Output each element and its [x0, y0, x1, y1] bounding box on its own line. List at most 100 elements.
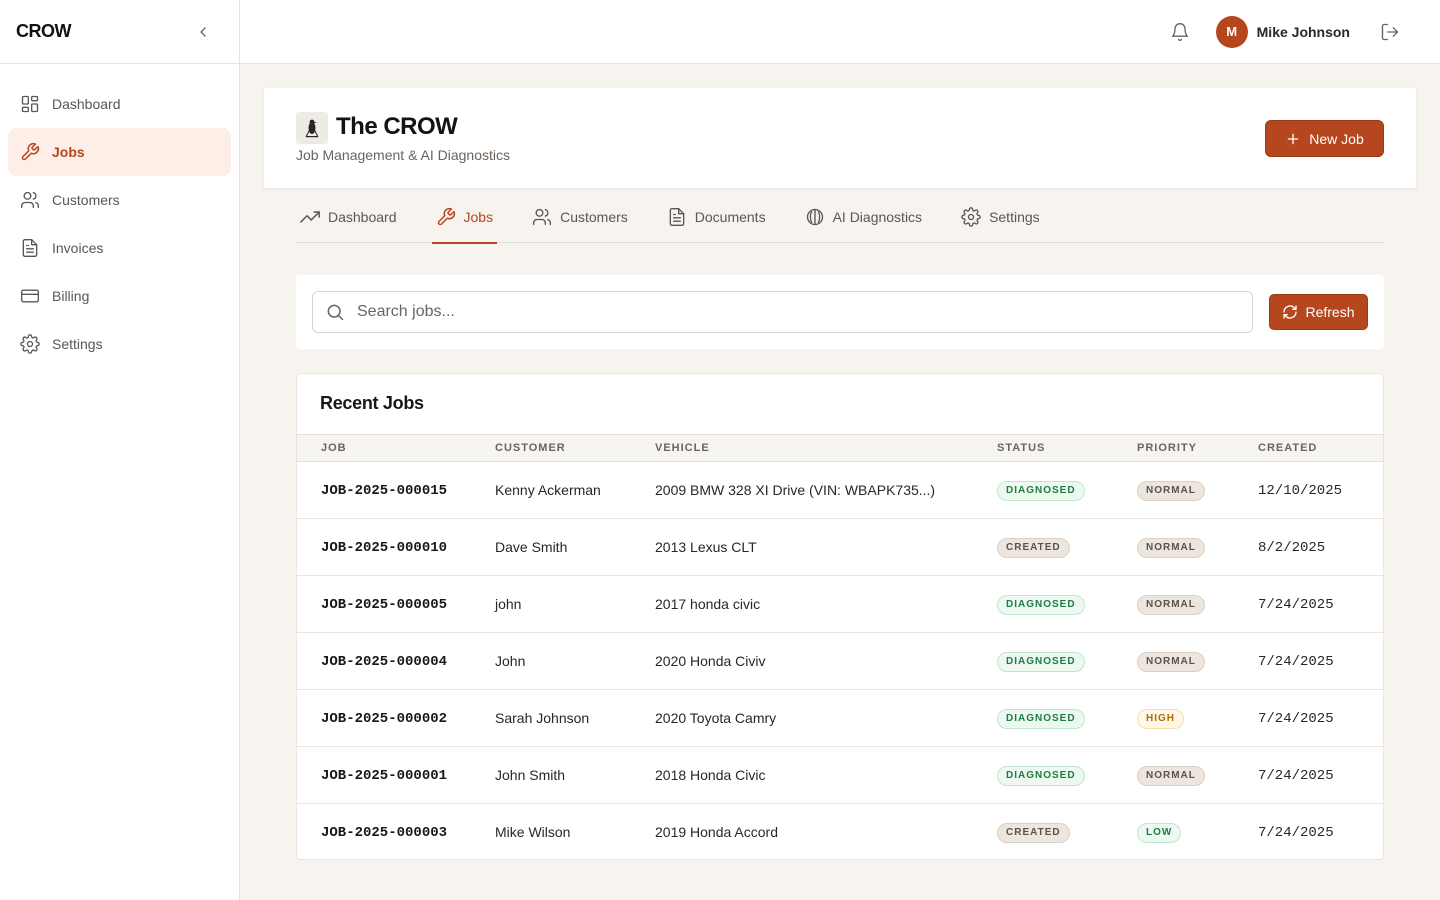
- sidebar-item-label: Dashboard: [52, 96, 121, 112]
- sidebar-item-customers[interactable]: Customers: [8, 176, 231, 224]
- user-name: Mike Johnson: [1256, 23, 1350, 40]
- log-out-icon: [1381, 23, 1399, 40]
- created-date: 7/24/2025: [1258, 654, 1334, 670]
- job-id: JOB-2025-000015: [321, 483, 448, 499]
- main-content: The CROW Job Management & AI Diagnostics…: [240, 64, 1440, 900]
- column-header-customer: CUSTOMER: [495, 442, 566, 454]
- created-date: 12/10/2025: [1258, 483, 1343, 499]
- sidebar-item-label: Jobs: [52, 144, 85, 160]
- tab-customers[interactable]: Customers: [528, 190, 632, 243]
- section-title: Recent Jobs: [320, 393, 424, 413]
- job-id: JOB-2025-000010: [321, 540, 448, 556]
- search-box[interactable]: [312, 291, 1253, 333]
- main-tabs: Dashboard Jobs Customers Documents AI Di…: [296, 190, 1384, 244]
- sidebar-item-label: Settings: [52, 336, 103, 352]
- gear-icon: [20, 334, 40, 354]
- customer-name: Kenny Ackerman: [495, 482, 601, 498]
- brand-logo: CROW: [16, 21, 72, 41]
- table-row[interactable]: JOB-2025-000001 John Smith 2018 Honda Ci…: [297, 747, 1383, 804]
- refresh-button[interactable]: Refresh: [1269, 294, 1368, 330]
- customer-name: Mike Wilson: [495, 824, 571, 841]
- priority-badge: NORMAL: [1137, 537, 1205, 558]
- sidebar-item-billing[interactable]: Billing: [8, 272, 231, 320]
- column-header-created: CREATED: [1258, 442, 1318, 454]
- priority-badge: NORMAL: [1137, 765, 1205, 786]
- search-input[interactable]: [357, 303, 1217, 321]
- notifications-button[interactable]: [1160, 12, 1200, 52]
- new-job-button[interactable]: New Job: [1265, 120, 1384, 157]
- page-subtitle: Job Management & AI Diagnostics: [296, 147, 511, 163]
- users-icon: [21, 191, 39, 209]
- layout-dashboard-icon: [21, 95, 39, 113]
- job-id: JOB-2025-000003: [321, 825, 448, 842]
- priority-badge: NORMAL: [1137, 594, 1205, 615]
- crow-logo-icon: [305, 119, 319, 138]
- user-menu[interactable]: M Mike Johnson: [1215, 15, 1350, 48]
- sidebar-item-settings[interactable]: Settings: [8, 320, 231, 368]
- file-text-icon: [669, 207, 685, 226]
- tab-jobs[interactable]: Jobs: [431, 190, 498, 244]
- created-date: 7/24/2025: [1258, 711, 1334, 727]
- tab-ai-diagnostics[interactable]: AI Diagnostics: [801, 190, 926, 243]
- vehicle: 2019 Honda Accord: [655, 824, 778, 841]
- sidebar-item-jobs[interactable]: Jobs: [8, 128, 231, 176]
- tab-dashboard[interactable]: Dashboard: [296, 190, 401, 243]
- wrench-icon: [21, 142, 40, 161]
- table-row[interactable]: JOB-2025-000015 Kenny Ackerman 2009 BMW …: [297, 462, 1383, 519]
- gear-icon: [961, 206, 981, 227]
- column-header-vehicle: VEHICLE: [655, 442, 710, 454]
- job-id: JOB-2025-000005: [321, 597, 448, 613]
- vehicle: 2018 Honda Civic: [655, 767, 766, 783]
- column-header-job: JOB: [321, 442, 347, 454]
- vehicle: 2020 Toyota Camry: [655, 710, 777, 726]
- crow-logo: [296, 112, 328, 144]
- tab-label: Dashboard: [328, 208, 397, 225]
- status-badge: CREATED: [997, 537, 1070, 558]
- priority-badge: HIGH: [1137, 708, 1184, 729]
- table-row[interactable]: JOB-2025-000002 Sarah Johnson 2020 Toyot…: [297, 690, 1383, 747]
- tab-settings[interactable]: Settings: [957, 190, 1044, 243]
- recent-jobs-card: Recent Jobs JOB CUSTOMER VEHICLE STATUS …: [296, 373, 1384, 860]
- users-icon: [533, 208, 552, 225]
- tab-label: Customers: [560, 208, 628, 225]
- sidebar-item-label: Billing: [52, 288, 90, 304]
- created-date: 7/24/2025: [1258, 768, 1334, 784]
- customer-name: John: [495, 653, 526, 669]
- customer-name: John Smith: [495, 767, 566, 783]
- status-badge: DIAGNOSED: [997, 765, 1085, 786]
- vehicle: 2009 BMW 328 XI Drive (VIN: WBAPK735...): [655, 482, 936, 498]
- table-row[interactable]: JOB-2025-000004 John 2020 Honda Civiv DI…: [297, 633, 1383, 690]
- jobs-table-body: JOB-2025-000015 Kenny Ackerman 2009 BMW …: [297, 462, 1383, 861]
- bell-icon: [1171, 22, 1188, 41]
- status-badge: DIAGNOSED: [997, 651, 1085, 672]
- avatar: M: [1215, 15, 1248, 48]
- credit-card-icon: [21, 289, 39, 303]
- refresh-icon: [1283, 305, 1298, 319]
- vehicle: 2017 honda civic: [655, 596, 761, 612]
- status-badge: DIAGNOSED: [997, 708, 1085, 729]
- table-row[interactable]: JOB-2025-000005 john 2017 honda civic DI…: [297, 576, 1383, 633]
- column-header-priority: PRIORITY: [1137, 442, 1197, 454]
- new-job-label: New Job: [1309, 130, 1364, 147]
- search-icon: [327, 304, 344, 321]
- search-card: Refresh: [296, 275, 1384, 349]
- sidebar-item-invoices[interactable]: Invoices: [8, 224, 231, 272]
- job-id: JOB-2025-000001: [321, 768, 448, 784]
- status-badge: DIAGNOSED: [997, 594, 1085, 615]
- vehicle: 2013 Lexus CLT: [655, 539, 757, 555]
- table-row[interactable]: JOB-2025-000010 Dave Smith 2013 Lexus CL…: [297, 519, 1383, 576]
- jobs-table: JOB CUSTOMER VEHICLE STATUS PRIORITY CRE…: [297, 434, 1383, 861]
- created-date: 7/24/2025: [1258, 825, 1334, 842]
- file-text-icon: [22, 239, 38, 257]
- collapse-sidebar-button[interactable]: [191, 20, 215, 44]
- sidebar-item-label: Invoices: [52, 240, 104, 256]
- table-row[interactable]: JOB-2025-000003 Mike Wilson 2019 Honda A…: [297, 804, 1383, 861]
- customer-name: john: [495, 596, 522, 612]
- column-header-status: STATUS: [997, 442, 1046, 454]
- logout-button[interactable]: [1370, 12, 1410, 52]
- tab-label: Jobs: [463, 208, 494, 225]
- tab-documents[interactable]: Documents: [663, 190, 770, 243]
- sidebar-item-dashboard[interactable]: Dashboard: [8, 80, 231, 128]
- tab-label: AI Diagnostics: [832, 208, 923, 225]
- sidebar: CROW Dashboard Jobs Customers Invoices B…: [0, 0, 240, 900]
